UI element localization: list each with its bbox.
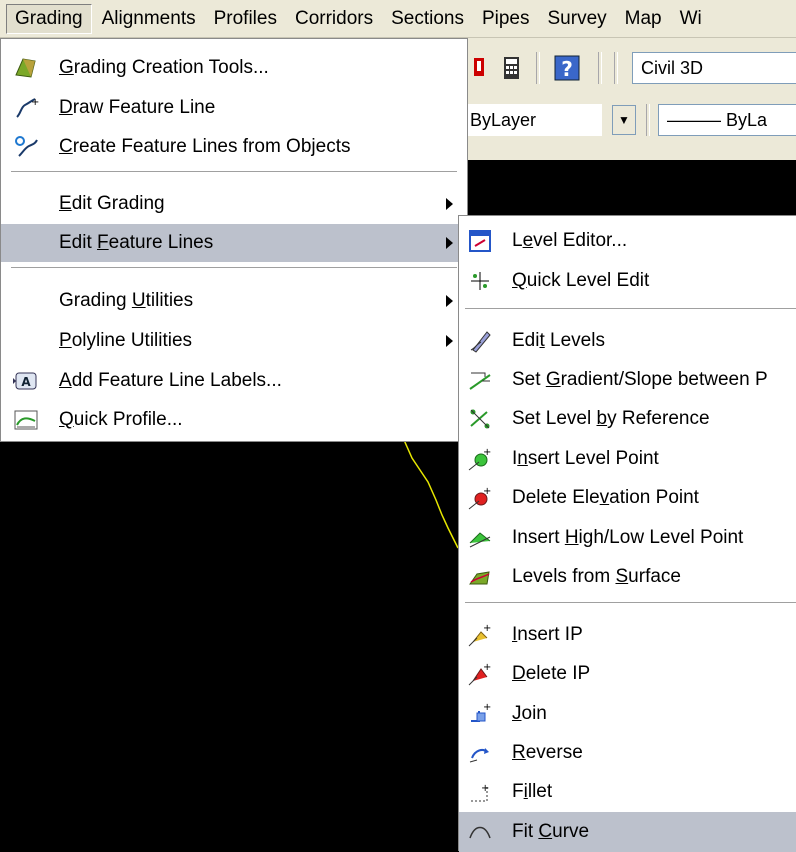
menu-profiles[interactable]: Profiles — [206, 5, 285, 33]
grading-menu: Grading Creation Tools... + Draw Feature… — [0, 38, 468, 442]
delete-ip-item[interactable]: + Delete IP — [459, 655, 796, 693]
create-feature-lines-item[interactable]: Create Feature Lines from Objects — [1, 128, 467, 166]
svg-text:+: + — [481, 783, 489, 794]
edit-levels-item[interactable]: Edit Levels — [459, 322, 796, 360]
level-editor-item[interactable]: Level Editor... — [459, 222, 796, 260]
quick-profile-item[interactable]: Quick Profile... — [1, 401, 467, 439]
quick-profile-icon — [14, 410, 38, 430]
layer-combo[interactable]: ByLayer — [462, 104, 602, 136]
set-gradient-slope-item[interactable]: Set Gradient/Slope between P — [459, 361, 796, 399]
submenu-arrow-icon — [446, 237, 453, 249]
menu-alignments[interactable]: Alignments — [94, 5, 204, 33]
delete-elevation-point-icon: + — [468, 486, 491, 510]
delete-ip-icon: + — [468, 662, 491, 686]
svg-text:+: + — [31, 97, 39, 108]
fillet-icon: + — [471, 783, 489, 802]
polyline-utilities-item[interactable]: Polyline Utilities — [1, 322, 467, 360]
insert-high-low-point-icon — [469, 532, 491, 548]
insert-level-point-item[interactable]: + Insert Level Point — [459, 440, 796, 478]
feature-line — [403, 439, 459, 549]
menu-separator — [465, 602, 796, 604]
fit-curve-icon — [469, 826, 491, 839]
menu-separator — [11, 267, 457, 269]
fit-curve-item[interactable]: Fit Curve — [459, 812, 796, 852]
linetype-value: ——— ByLa — [667, 109, 768, 130]
menu-survey[interactable]: Survey — [540, 5, 615, 33]
svg-text:+: + — [483, 702, 491, 713]
insert-high-low-level-point-item[interactable]: Insert High/Low Level Point — [459, 519, 796, 557]
insert-ip-item[interactable]: + Insert IP — [459, 616, 796, 654]
grading-creation-tools-item[interactable]: Grading Creation Tools... — [1, 49, 467, 87]
svg-text:A: A — [21, 375, 31, 389]
fillet-item[interactable]: + Fillet — [459, 773, 796, 811]
svg-text:+: + — [483, 662, 491, 673]
chevron-down-icon: ▼ — [618, 113, 630, 127]
levels-from-surface-item[interactable]: Levels from Surface — [459, 558, 796, 596]
draw-feature-line-item[interactable]: + Draw Feature Line — [1, 89, 467, 127]
svg-text:+: + — [483, 447, 491, 458]
workspace-combo[interactable]: Civil 3D — [632, 52, 796, 84]
menu-separator — [11, 171, 457, 173]
level-editor-icon — [469, 230, 491, 252]
menu-pipes[interactable]: Pipes — [474, 5, 538, 33]
reverse-icon — [469, 748, 489, 763]
edit-grading-item[interactable]: Edit Grading — [1, 185, 467, 223]
join-icon: + — [471, 702, 491, 722]
menu-bar: Grading Alignments Profiles Corridors Se… — [0, 0, 796, 38]
set-gradient-icon — [469, 372, 491, 390]
submenu-arrow-icon — [446, 198, 453, 210]
svg-text:+: + — [483, 623, 491, 634]
linetype-combo[interactable]: ——— ByLa — [658, 104, 796, 136]
submenu-arrow-icon — [446, 335, 453, 347]
set-level-reference-icon — [470, 409, 490, 429]
reverse-item[interactable]: Reverse — [459, 734, 796, 772]
edit-levels-icon — [470, 331, 491, 353]
layer-value: ByLayer — [470, 109, 537, 130]
quick-level-edit-item[interactable]: Quick Level Edit — [459, 262, 796, 300]
grading-utilities-item[interactable]: Grading Utilities — [1, 282, 467, 320]
set-level-by-reference-item[interactable]: Set Level by Reference — [459, 400, 796, 438]
grading-tools-icon — [15, 58, 36, 78]
delete-elevation-point-item[interactable]: + Delete Elevation Point — [459, 479, 796, 517]
calculator-icon[interactable] — [496, 53, 526, 83]
quick-level-edit-icon — [471, 272, 489, 290]
workspace-value: Civil 3D — [641, 57, 704, 78]
insert-ip-icon: + — [468, 623, 491, 647]
help-icon[interactable]: ? — [552, 53, 582, 83]
svg-text:+: + — [483, 486, 491, 497]
menu-corridors[interactable]: Corridors — [287, 5, 381, 33]
menu-map[interactable]: Map — [617, 5, 670, 33]
join-item[interactable]: + Join — [459, 695, 796, 733]
edit-feature-lines-submenu: Level Editor... Quick Level Edit Edit Le… — [458, 215, 796, 852]
levels-from-surface-icon — [469, 571, 490, 585]
menu-separator — [465, 308, 796, 310]
add-feature-line-labels-item[interactable]: A Add Feature Line Labels... — [1, 362, 467, 400]
create-feature-lines-icon — [15, 136, 38, 157]
feature-line-labels-icon: A — [13, 372, 37, 390]
insert-level-point-icon: + — [468, 447, 491, 471]
svg-text:?: ? — [561, 57, 573, 81]
layer-dropdown-button[interactable]: ▼ — [612, 105, 636, 135]
menu-sections[interactable]: Sections — [383, 5, 472, 33]
menu-window[interactable]: Wi — [672, 5, 710, 33]
properties-icon[interactable] — [468, 53, 498, 83]
edit-feature-lines-item[interactable]: Edit Feature Lines — [1, 224, 467, 262]
draw-feature-line-icon: + — [16, 97, 39, 118]
submenu-arrow-icon — [446, 295, 453, 307]
menu-grading[interactable]: Grading — [6, 3, 92, 34]
